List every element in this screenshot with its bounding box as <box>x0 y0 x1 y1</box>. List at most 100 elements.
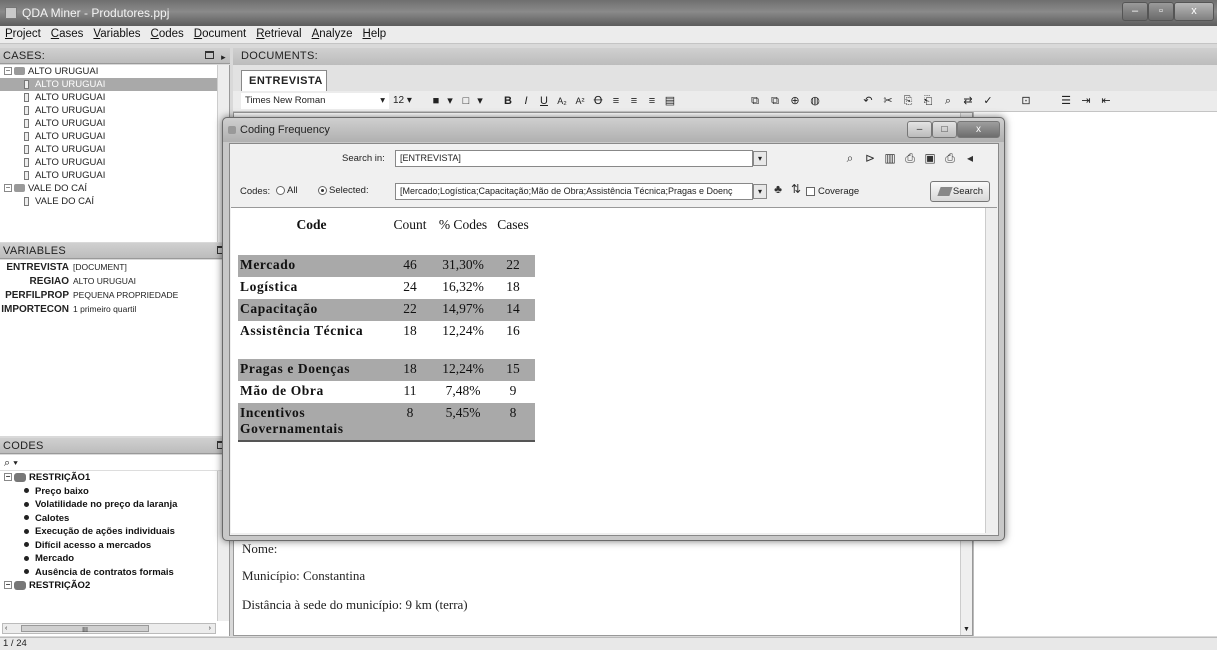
variable-row[interactable]: PERFILPROP PEQUENA PROPRIEDADE <box>0 288 229 302</box>
panel-restore-icon[interactable] <box>205 51 214 59</box>
code-item[interactable]: Difícil acesso a mercados <box>0 539 229 553</box>
copy-icon[interactable]: ⎘ <box>901 93 915 109</box>
case-item[interactable]: ALTO URUGUAI <box>0 104 229 117</box>
code-filter-icon[interactable]: ⇅ <box>788 182 804 196</box>
collapse-icon[interactable]: − <box>4 473 12 482</box>
chevron-down-icon[interactable]: ▾ <box>443 93 457 109</box>
export-icon[interactable]: ⎙ <box>902 151 918 166</box>
properties-icon[interactable]: ⊡ <box>1019 93 1033 109</box>
table-row[interactable]: Pragas e Doenças 18 12,24% 15 <box>238 359 535 381</box>
bold-icon[interactable]: B <box>501 93 515 109</box>
variable-row[interactable]: REGIAO ALTO URUGUAI <box>0 274 229 288</box>
undo-icon[interactable]: ↶ <box>861 93 875 109</box>
results-scrollbar[interactable] <box>985 208 997 533</box>
text-color-icon[interactable]: ■ <box>429 93 443 109</box>
filter-icon[interactable]: ⊳ <box>862 151 878 165</box>
find-icon[interactable]: ⌕ <box>941 93 955 109</box>
chart-icon[interactable]: ▥ <box>882 151 898 165</box>
dialog-close-button[interactable]: x <box>957 121 1000 138</box>
case-item[interactable]: ALTO URUGUAI <box>0 143 229 156</box>
case-item[interactable]: ALTO URUGUAI <box>0 117 229 130</box>
case-item[interactable]: ALTO URUGUAI <box>0 78 229 91</box>
codes-select[interactable]: [Mercado;Logística;Capacitação;Mão de Ob… <box>395 183 753 200</box>
scroll-right-icon[interactable]: › <box>209 624 211 633</box>
panel-arrow-icon[interactable]: ▸ <box>221 49 226 65</box>
search-in-select[interactable]: [ENTREVISTA] <box>395 150 753 167</box>
bullets-icon[interactable]: ☰ <box>1059 93 1073 109</box>
menu-retrieval[interactable]: Retrieval <box>251 26 306 40</box>
binoculars-icon[interactable]: ⌕ <box>842 151 858 166</box>
collapse-icon[interactable]: − <box>4 581 12 590</box>
code-item[interactable]: Execução de ações individuais <box>0 525 229 539</box>
highlight-color-icon[interactable]: □ <box>459 93 473 109</box>
chevron-down-icon[interactable]: ▾ <box>473 93 487 109</box>
close-button[interactable]: x <box>1174 2 1214 21</box>
code-item[interactable]: Ausência de contratos formais <box>0 566 229 580</box>
dialog-titlebar[interactable]: Coding Frequency – □ x <box>223 118 1004 142</box>
collapse-icon[interactable]: − <box>4 67 12 76</box>
save-icon[interactable]: ▣ <box>922 151 938 165</box>
code-category[interactable]: − RESTRIÇÃO2 <box>0 579 229 593</box>
scroll-left-icon[interactable]: ‹ <box>5 624 7 633</box>
menu-codes[interactable]: Codes <box>146 26 189 40</box>
search-button[interactable]: Search <box>930 181 990 202</box>
table-row[interactable]: Logística 24 16,32% 18 <box>238 277 535 299</box>
align-center-icon[interactable]: ≡ <box>627 93 641 109</box>
case-group-alto-uruguai[interactable]: − ALTO URUGUAI <box>0 65 229 78</box>
replace-icon[interactable]: ⇄ <box>961 93 975 109</box>
underline-icon[interactable]: U <box>537 93 551 109</box>
variable-row[interactable]: IMPORTECON 1 primeiro quartil <box>0 302 229 316</box>
cut-icon[interactable]: ✂ <box>881 93 895 109</box>
codes-search-tool[interactable]: ⌕ ▾ <box>0 455 229 471</box>
case-item[interactable]: ALTO URUGUAI <box>0 91 229 104</box>
font-size-select[interactable]: 12 ▾ <box>393 93 423 109</box>
code-category[interactable]: − RESTRIÇÃO1 <box>0 471 229 485</box>
italic-icon[interactable]: I <box>519 93 533 109</box>
subscript-icon[interactable]: A₂ <box>555 93 569 109</box>
menu-project[interactable]: Project <box>0 26 46 40</box>
codes-hscrollbar[interactable]: ‹ III › <box>2 623 216 634</box>
code-item[interactable]: Calotes <box>0 512 229 526</box>
dialog-maximize-button[interactable]: □ <box>932 121 957 138</box>
case-item[interactable]: ALTO URUGUAI <box>0 130 229 143</box>
outdent-icon[interactable]: ⇤ <box>1099 93 1113 109</box>
scroll-thumb[interactable]: III <box>21 625 149 634</box>
coverage-checkbox[interactable]: Coverage <box>806 186 859 197</box>
menu-analyze[interactable]: Analyze <box>307 26 358 40</box>
menu-cases[interactable]: Cases <box>46 26 89 40</box>
menu-document[interactable]: Document <box>189 26 251 40</box>
justify-icon[interactable]: ▤ <box>663 93 677 109</box>
code-item[interactable]: Volatilidade no preço da laranja <box>0 498 229 512</box>
open-icon[interactable]: ⧉ <box>748 93 762 109</box>
code-item[interactable]: Mercado <box>0 552 229 566</box>
attach-icon[interactable]: ⊕ <box>788 93 802 109</box>
scroll-down-icon[interactable]: ▼ <box>963 626 970 633</box>
strikethrough-icon[interactable]: Ꝋ <box>591 93 605 109</box>
align-right-icon[interactable]: ≡ <box>645 93 659 109</box>
case-item[interactable]: ALTO URUGUAI <box>0 169 229 182</box>
tab-entrevista[interactable]: ENTREVISTA <box>241 70 327 91</box>
menu-help[interactable]: Help <box>358 26 392 40</box>
search-icon[interactable]: ⌕ ▾ <box>4 457 18 469</box>
paste-icon[interactable]: ⎗ <box>921 93 935 109</box>
coverage-checkbox-icon[interactable] <box>806 186 815 196</box>
table-row[interactable]: Mercado 46 31,30% 22 <box>238 255 535 277</box>
print-icon[interactable]: ⎙ <box>942 151 958 166</box>
copy-doc-icon[interactable]: ⧉ <box>768 93 782 109</box>
minimize-button[interactable]: – <box>1122 2 1148 21</box>
send-icon[interactable]: ◂ <box>962 151 978 165</box>
chevron-down-icon[interactable]: ▾ <box>753 151 767 166</box>
table-row[interactable]: Assistência Técnica 18 12,24% 16 <box>238 321 535 359</box>
menu-variables[interactable]: Variables <box>88 26 145 40</box>
maximize-button[interactable]: ▫ <box>1148 2 1174 21</box>
code-item[interactable]: Preço baixo <box>0 485 229 499</box>
dialog-minimize-button[interactable]: – <box>907 121 932 138</box>
superscript-icon[interactable]: A² <box>573 93 587 109</box>
radio-all-icon[interactable] <box>276 185 285 195</box>
spellcheck-icon[interactable]: ✓ <box>981 93 995 109</box>
table-row[interactable]: Mão de Obra 11 7,48% 9 <box>238 381 535 403</box>
case-item[interactable]: VALE DO CAÍ <box>0 195 229 208</box>
code-tree-icon[interactable]: ♣ <box>770 182 786 196</box>
variable-row[interactable]: ENTREVISTA [DOCUMENT] <box>0 260 229 274</box>
radio-all[interactable]: All <box>276 185 298 196</box>
